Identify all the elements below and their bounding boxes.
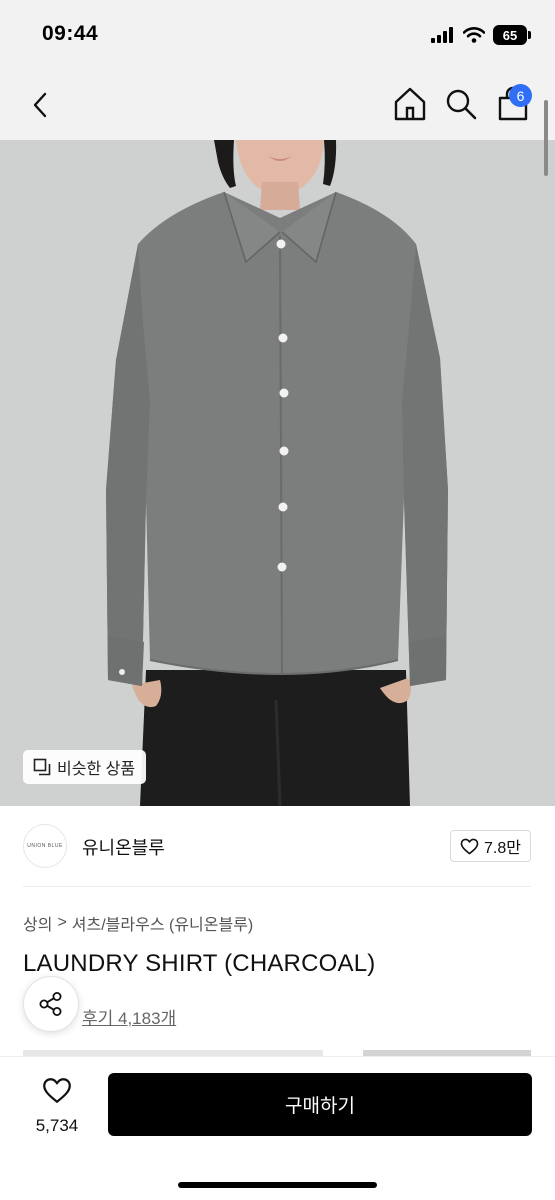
home-indicator[interactable]: [178, 1182, 377, 1188]
brand-name[interactable]: 유니온블루: [82, 834, 165, 860]
breadcrumb-item-subcategory[interactable]: 셔츠/블라우스 (유니온블루): [72, 911, 253, 935]
navigation-bar: [0, 70, 555, 140]
product-title: LAUNDRY SHIRT (CHARCOAL): [23, 950, 376, 977]
buy-button[interactable]: 구매하기: [108, 1073, 532, 1136]
breadcrumb-separator: >: [57, 914, 67, 931]
copy-icon: [33, 758, 51, 776]
home-icon[interactable]: [393, 86, 427, 122]
status-bar: 09:44 65: [0, 0, 555, 70]
share-button[interactable]: [23, 976, 79, 1032]
bottom-action-bar: 5,734 구매하기: [0, 1056, 555, 1200]
brand-like-count: 7.8만: [484, 840, 521, 857]
similar-products-button[interactable]: 비슷한 상품: [23, 750, 147, 784]
similar-products-label: 비슷한 상품: [57, 761, 136, 778]
share-icon: [39, 992, 62, 1016]
battery-icon: 65: [493, 25, 531, 45]
brand-row: UNION BLUE 유니온블루 7.8만: [0, 806, 555, 886]
brand-like-button[interactable]: 7.8만: [450, 830, 531, 862]
scrollbar-thumb[interactable]: [544, 100, 548, 176]
product-photo: [0, 140, 555, 806]
heart-icon: [43, 1078, 71, 1103]
wifi-icon: [463, 27, 485, 43]
breadcrumb: 상의 > 셔츠/블라우스 (유니온블루): [23, 911, 253, 935]
battery-level: 65: [502, 27, 518, 43]
search-icon[interactable]: [444, 86, 478, 122]
cart-count-badge: 6: [509, 84, 532, 107]
back-icon[interactable]: [26, 90, 56, 120]
heart-icon: [460, 838, 479, 854]
divider: [23, 886, 531, 887]
status-icons: 65: [431, 24, 531, 46]
status-time: 09:44: [42, 22, 99, 45]
wishlist-button[interactable]: 5,734: [22, 1075, 92, 1137]
review-link[interactable]: 후기 4,183개: [82, 1004, 176, 1029]
product-image[interactable]: [0, 140, 555, 806]
breadcrumb-item-category[interactable]: 상의: [23, 911, 52, 935]
wishlist-count: 5,734: [35, 1116, 79, 1135]
brand-logo[interactable]: UNION BLUE: [23, 824, 67, 868]
signal-icon: [431, 27, 453, 43]
